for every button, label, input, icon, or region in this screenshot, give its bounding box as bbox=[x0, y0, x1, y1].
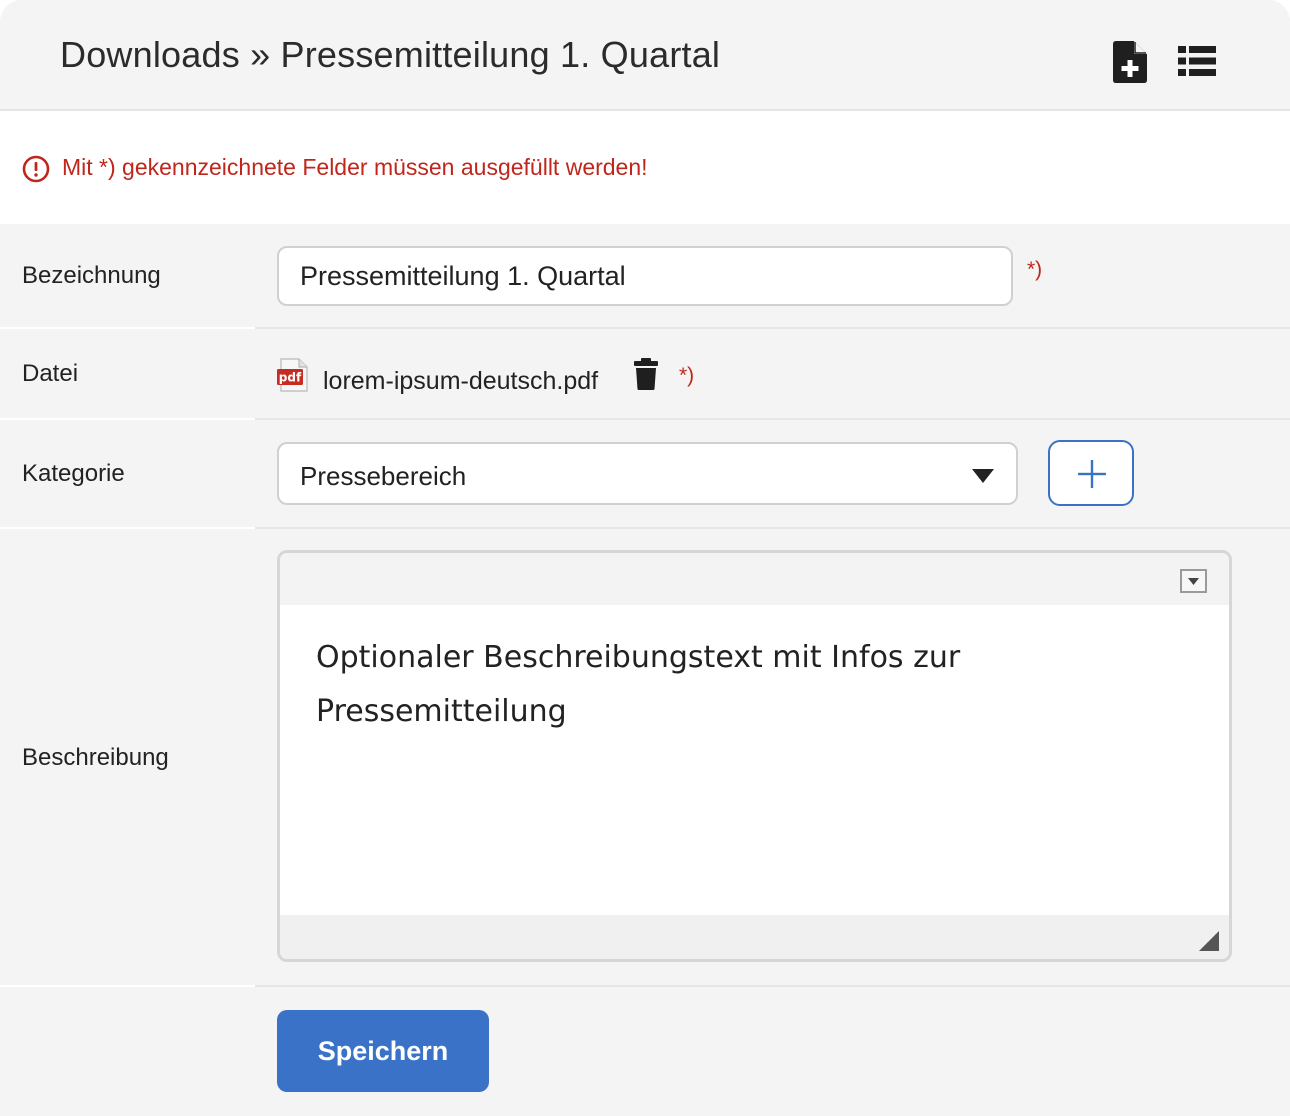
toolbar-toggle-button[interactable] bbox=[1180, 569, 1207, 593]
row-divider bbox=[255, 527, 1290, 529]
row-divider bbox=[255, 327, 1290, 329]
row-divider bbox=[0, 418, 255, 420]
required-marker: *) bbox=[1027, 258, 1043, 281]
save-button[interactable]: Speichern bbox=[277, 1010, 489, 1092]
download-edit-panel: Downloads » Pressemitteilung 1. Quartal bbox=[0, 0, 1290, 1116]
required-fields-notice: Mit *) gekennzeichnete Felder müssen aus… bbox=[0, 111, 1290, 224]
editor-statusbar bbox=[280, 915, 1229, 959]
row-divider bbox=[255, 985, 1290, 987]
kategorie-select[interactable]: Pressebereich bbox=[277, 442, 1018, 505]
notice-text: Mit *) gekennzeichnete Felder müssen aus… bbox=[62, 154, 648, 180]
chevron-down-icon bbox=[972, 469, 994, 483]
caret-down-icon bbox=[1188, 578, 1199, 585]
row-divider bbox=[0, 527, 255, 529]
panel-header: Downloads » Pressemitteilung 1. Quartal bbox=[0, 0, 1290, 111]
svg-text:pdf: pdf bbox=[279, 371, 302, 385]
resize-grip-icon[interactable] bbox=[1199, 931, 1219, 951]
add-category-button[interactable] bbox=[1048, 440, 1134, 506]
beschreibung-textarea[interactable]: Optionaler Beschreibungstext mit Infos z… bbox=[280, 605, 1229, 915]
row-divider bbox=[0, 985, 255, 987]
pdf-file-icon: pdf bbox=[277, 358, 309, 392]
trash-icon[interactable] bbox=[634, 358, 658, 390]
required-marker: *) bbox=[679, 364, 695, 387]
plus-icon bbox=[1078, 460, 1106, 488]
row-divider bbox=[0, 327, 255, 329]
kategorie-label: Kategorie bbox=[22, 460, 125, 487]
beschreibung-label: Beschreibung bbox=[22, 744, 169, 771]
beschreibung-editor: Optionaler Beschreibungstext mit Infos z… bbox=[277, 550, 1232, 962]
editor-toolbar bbox=[280, 553, 1229, 605]
datei-label: Datei bbox=[22, 360, 79, 387]
page-title: Downloads » Pressemitteilung 1. Quartal bbox=[60, 34, 721, 75]
bezeichnung-label: Bezeichnung bbox=[22, 262, 161, 289]
row-divider bbox=[255, 418, 1290, 420]
file-name[interactable]: lorem-ipsum-deutsch.pdf bbox=[323, 367, 598, 396]
new-file-icon[interactable] bbox=[1110, 40, 1150, 84]
alert-circle-icon bbox=[22, 155, 50, 183]
bezeichnung-input[interactable] bbox=[277, 246, 1013, 306]
list-icon[interactable] bbox=[1178, 46, 1216, 76]
kategorie-selected-value: Pressebereich bbox=[300, 461, 467, 491]
